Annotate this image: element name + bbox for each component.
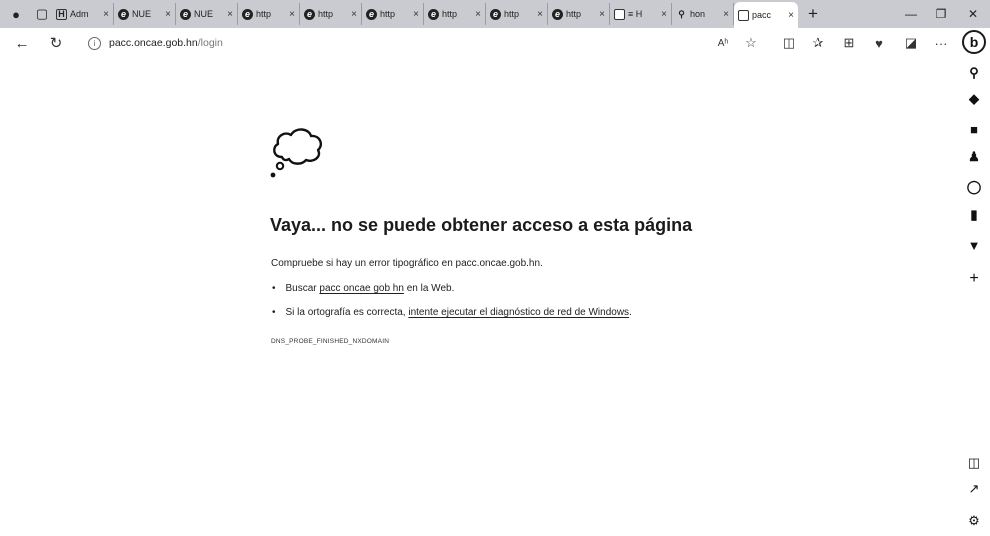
tab-title: NUE <box>194 9 214 19</box>
error-code: DNS_PROBE_FINISHED_NXDOMAIN <box>271 338 390 345</box>
screenshot-icon[interactable]: ◪ <box>898 28 924 58</box>
edge-icon: e <box>552 8 563 20</box>
tab-6[interactable]: e http × <box>362 3 424 25</box>
suggestion-text: . <box>629 307 632 318</box>
suggestion-text: Si la ortografía es correcta, <box>285 307 406 318</box>
edge-icon: e <box>490 8 501 20</box>
collections-icon[interactable]: ⊞ <box>836 28 862 58</box>
suggestion-text: Buscar <box>285 283 317 294</box>
favorites-icon[interactable]: ✰ <box>805 28 831 58</box>
url-host: pacc.oncae.gob.hn <box>109 37 198 49</box>
network-diagnostics-link[interactable]: intente ejecutar el diagnóstico de red d… <box>408 307 629 318</box>
shopping-tag-icon[interactable]: ◆ <box>958 88 990 110</box>
read-aloud-icon[interactable]: Aʰ <box>710 28 736 58</box>
profile-icon[interactable]: ● <box>6 4 26 24</box>
close-icon[interactable]: × <box>475 9 481 20</box>
tab-title: http <box>566 9 582 19</box>
tab-title: http <box>380 9 396 19</box>
tab-title: http <box>442 9 458 19</box>
suggestion-search: • Buscar pacc oncae gob hn en la Web. <box>272 283 455 294</box>
external-link-icon[interactable]: ↗ <box>958 478 990 500</box>
tab-10[interactable]: ≡ H × <box>610 3 672 25</box>
url-path: /login <box>197 37 223 49</box>
page-icon <box>614 8 625 20</box>
edge-icon: e <box>118 8 129 20</box>
new-tab-button[interactable]: + <box>802 4 824 24</box>
settings-gear-icon[interactable]: ⚙ <box>958 510 990 532</box>
restore-icon[interactable]: ❐ <box>926 0 956 28</box>
search-icon: ⚲ <box>678 8 685 19</box>
thought-cloud-icon <box>270 128 322 178</box>
sidebar: ⚲ ◆ ■ ♟ ◯ ▮ ▼ + ◫ ↗ ⚙ <box>958 58 990 536</box>
tab-title: http <box>318 9 334 19</box>
tab-title: hon <box>690 9 706 19</box>
tab-active[interactable]: pacc × <box>734 2 798 28</box>
close-icon[interactable]: × <box>599 9 605 20</box>
close-icon[interactable]: × <box>351 9 357 20</box>
document-icon <box>738 9 749 21</box>
edge-icon: e <box>304 8 315 20</box>
tab-actions-icon[interactable]: ▢ <box>32 4 52 24</box>
tab-3[interactable]: e NUE × <box>176 3 238 25</box>
search-web-link[interactable]: pacc oncae gob hn <box>319 283 404 294</box>
add-icon[interactable]: + <box>958 268 990 290</box>
edge-icon: e <box>242 8 253 20</box>
tools-briefcase-icon[interactable]: ■ <box>958 118 990 140</box>
tab-strip: ● ▢ H Adm × e NUE × e NUE × e http × e h… <box>0 0 990 28</box>
close-icon[interactable]: × <box>723 9 729 20</box>
info-icon[interactable]: i <box>88 36 101 50</box>
edge-icon: e <box>428 8 439 20</box>
tab-title: http <box>504 9 520 19</box>
games-icon[interactable]: ♟ <box>958 146 990 168</box>
close-window-icon[interactable]: ✕ <box>958 0 988 28</box>
refresh-icon[interactable]: ↻ <box>42 29 70 57</box>
hide-sidebar-icon[interactable]: ◫ <box>958 452 990 474</box>
favorite-star-icon[interactable]: ☆ <box>738 28 764 58</box>
back-arrow-icon[interactable]: ← <box>8 29 36 57</box>
minimize-icon[interactable]: — <box>896 0 926 28</box>
close-icon[interactable]: × <box>537 9 543 20</box>
tab-5[interactable]: e http × <box>300 3 362 25</box>
tab-11[interactable]: ⚲ hon × <box>672 3 734 25</box>
edge-icon: e <box>366 8 377 20</box>
bing-copilot-icon[interactable]: b <box>962 30 986 54</box>
split-screen-icon[interactable]: ◫ <box>776 28 802 58</box>
close-icon[interactable]: × <box>788 10 794 21</box>
close-icon[interactable]: × <box>227 9 233 20</box>
edge-icon: e <box>180 8 191 20</box>
outlook-icon[interactable]: ▮ <box>958 204 990 226</box>
error-title: Vaya... no se puede obtener acceso a est… <box>270 215 693 235</box>
address-bar[interactable]: i pacc.oncae.gob.hn/login <box>88 28 223 58</box>
close-icon[interactable]: × <box>289 9 295 20</box>
tab-7[interactable]: e http × <box>424 3 486 25</box>
h-icon: H <box>56 8 67 20</box>
tab-title: http <box>256 9 272 19</box>
designer-icon[interactable]: ▼ <box>958 234 990 256</box>
office-icon[interactable]: ◯ <box>958 176 990 198</box>
tab-title: pacc <box>752 10 772 20</box>
more-options-icon[interactable]: ··· <box>928 28 954 58</box>
close-icon[interactable]: × <box>103 9 109 20</box>
tab-4[interactable]: e http × <box>238 3 300 25</box>
browser-essentials-icon[interactable]: ♥ <box>866 28 892 58</box>
close-icon[interactable]: × <box>413 9 419 20</box>
suggestion-text: en la Web. <box>406 283 455 294</box>
tab-2[interactable]: e NUE × <box>114 3 176 25</box>
search-icon[interactable]: ⚲ <box>958 62 990 84</box>
tab-8[interactable]: e http × <box>486 3 548 25</box>
tab-title: Adm <box>70 9 89 19</box>
suggestion-diagnostics: • Si la ortografía es correcta, intente … <box>272 307 632 318</box>
tab-9[interactable]: e http × <box>548 3 610 25</box>
tab-title: ≡ H <box>628 9 643 19</box>
tab-title: NUE <box>132 9 152 19</box>
close-icon[interactable]: × <box>661 9 667 20</box>
close-icon[interactable]: × <box>165 9 171 20</box>
error-subtitle: Compruebe si hay un error tipográfico en… <box>271 258 543 269</box>
tab-1[interactable]: H Adm × <box>52 3 114 25</box>
